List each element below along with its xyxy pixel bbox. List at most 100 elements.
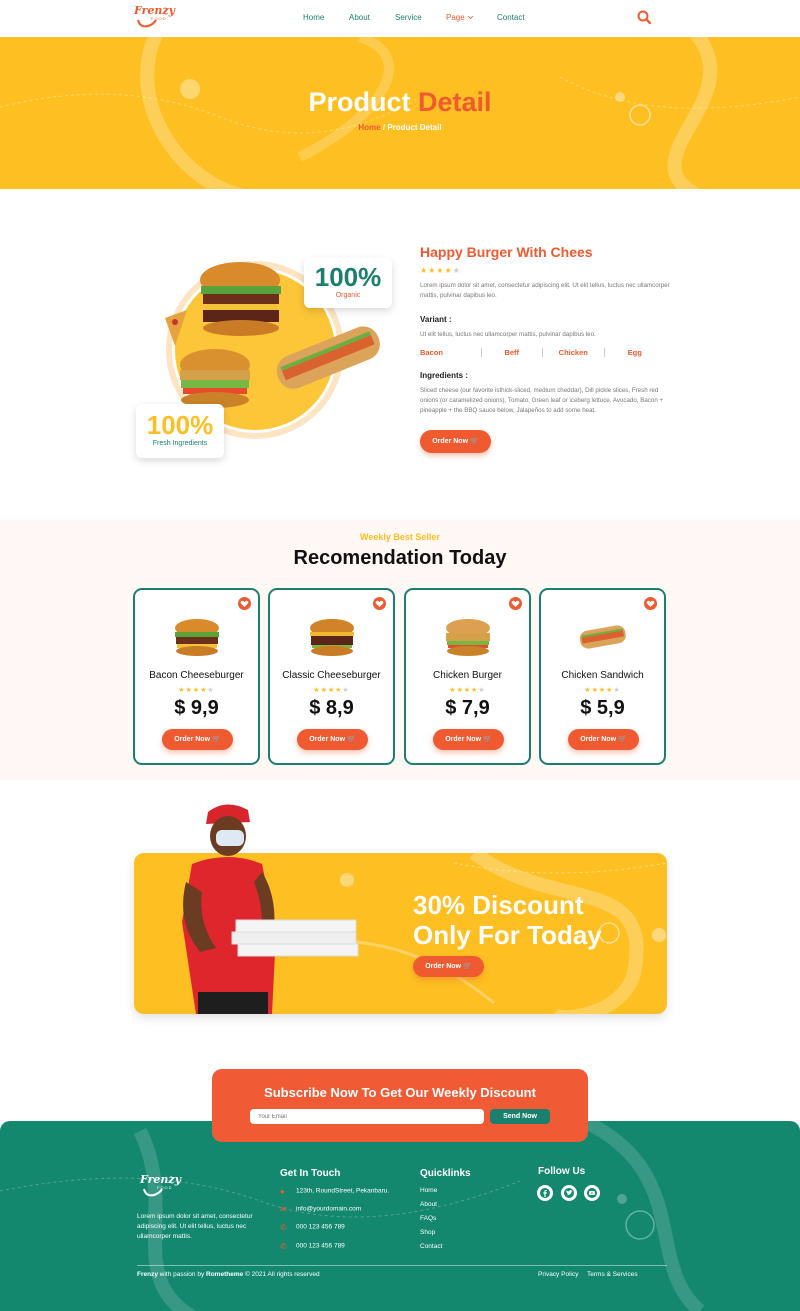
send-now-button[interactable]: Send Now xyxy=(490,1109,550,1124)
footer-logo[interactable]: Frenzy FOOD xyxy=(140,1173,182,1203)
navbar: Frenzy FOOD Home About Service Page Cont… xyxy=(0,0,800,37)
star-icon: ★★★★ xyxy=(313,687,343,694)
product-description: Lorem ipsum dolor sit amet, consectetur … xyxy=(420,282,670,299)
nav-home[interactable]: Home xyxy=(303,13,324,22)
product-rating: ★★★★★ xyxy=(541,686,664,694)
variant-heading: Variant : xyxy=(420,315,452,324)
twitter-icon[interactable] xyxy=(561,1185,577,1201)
promo-title: 30% Discount Only For Today xyxy=(413,890,602,950)
product-price: $ 9,9 xyxy=(174,697,219,719)
mail-icon: ✉ xyxy=(280,1205,287,1214)
quicklinks-heading: Quicklinks xyxy=(420,1168,471,1179)
product-rating: ★★★★★ xyxy=(406,686,529,694)
star-icon: ★★★★ xyxy=(584,687,614,694)
product-name: Bacon Cheeseburger xyxy=(149,670,244,681)
contact-email[interactable]: ✉ info@yourdomain.com xyxy=(280,1205,361,1214)
order-button-label: Order Now xyxy=(174,736,211,743)
product-name: Chicken Sandwich xyxy=(561,670,644,681)
logo-swoosh-icon xyxy=(137,19,157,28)
copyright-tail: © 2021 All rights reserved xyxy=(243,1271,320,1278)
promo-title-line1: 30% Discount xyxy=(413,890,584,920)
heart-icon[interactable] xyxy=(644,597,657,610)
email-input[interactable] xyxy=(250,1109,484,1124)
nav-contact[interactable]: Contact xyxy=(497,13,525,22)
subscribe-box: Subscribe Now To Get Our Weekly Discount… xyxy=(212,1069,588,1142)
page-title-main: Product xyxy=(308,87,411,117)
order-now-button[interactable]: Order Now 🛒 xyxy=(162,729,233,750)
product-order-button[interactable]: Order Now 🛒 xyxy=(420,430,491,453)
star-icon: ★ xyxy=(444,266,453,275)
star-icon: ★ xyxy=(436,266,445,275)
contact-address: ● 123th, RoundStreet, Pekanbaru. xyxy=(280,1187,389,1196)
fresh-badge-caption: Fresh Ingredients xyxy=(152,440,208,447)
nav-about[interactable]: About xyxy=(349,13,370,22)
page-title: Product Detail xyxy=(0,87,800,118)
product-card[interactable]: Chicken Sandwich ★★★★★ $ 5,9 Order Now 🛒 xyxy=(539,588,666,765)
product-price: $ 8,9 xyxy=(309,697,354,719)
order-now-button[interactable]: Order Now 🛒 xyxy=(297,729,368,750)
delivery-man-image xyxy=(182,804,359,1014)
contact-phone[interactable]: ✆ 000 123 456 789 xyxy=(280,1223,345,1232)
star-empty-icon: ★ xyxy=(342,687,350,694)
organic-badge: 100% Organic xyxy=(304,258,392,308)
contact-phone-text: 000 123 456 789 xyxy=(296,1242,345,1250)
product-title: Happy Burger With Chees xyxy=(420,244,593,260)
heart-icon[interactable] xyxy=(373,597,386,610)
star-icon: ★★★★ xyxy=(449,687,479,694)
star-empty-icon: ★ xyxy=(613,687,621,694)
product-info: Happy Burger With Chees ★★★★★ Lorem ipsu… xyxy=(420,244,670,453)
cart-icon: 🛒 xyxy=(483,736,492,743)
order-button-label: Order Now xyxy=(425,963,462,970)
product-rating: ★★★★★ xyxy=(270,686,393,694)
breadcrumb-home[interactable]: Home xyxy=(358,123,380,132)
fresh-badge: 100% Fresh Ingredients xyxy=(136,404,224,458)
section-kicker: Weekly Best Seller xyxy=(360,532,440,542)
chicken-burger-image xyxy=(446,619,490,656)
nav-page[interactable]: Page xyxy=(446,13,474,22)
footer-decoration xyxy=(0,1121,705,1311)
order-now-button[interactable]: Order Now 🛒 xyxy=(433,729,504,750)
promo-order-button[interactable]: Order Now 🛒 xyxy=(413,956,484,977)
variant-option[interactable]: Egg xyxy=(605,348,666,357)
map-pin-icon: ● xyxy=(280,1187,285,1196)
facebook-icon[interactable] xyxy=(537,1185,553,1201)
follow-heading: Follow Us xyxy=(538,1166,586,1177)
footer-about: Lorem ipsum dolor sit amet, consectetur … xyxy=(137,1213,253,1240)
star-icon: ★ xyxy=(420,266,429,275)
order-now-button[interactable]: Order Now 🛒 xyxy=(568,729,639,750)
footer-link-faqs[interactable]: FAQs xyxy=(420,1215,436,1222)
footer-link-shop[interactable]: Shop xyxy=(420,1229,435,1236)
heart-icon[interactable] xyxy=(509,597,522,610)
product-name: Classic Cheeseburger xyxy=(282,670,381,681)
footer-divider xyxy=(137,1265,667,1266)
cart-icon: 🛒 xyxy=(618,736,627,743)
phone-icon: ✆ xyxy=(280,1242,287,1251)
product-card[interactable]: Classic Cheeseburger ★★★★★ $ 8,9 Order N… xyxy=(268,588,395,765)
bacon-cheeseburger-image xyxy=(175,619,219,656)
terms-link[interactable]: Terms & Services xyxy=(587,1271,638,1278)
footer-link-about[interactable]: About xyxy=(420,1201,437,1208)
nav-service[interactable]: Service xyxy=(395,13,422,22)
footer-link-contact[interactable]: Contact xyxy=(420,1243,442,1250)
product-card[interactable]: Bacon Cheeseburger ★★★★★ $ 9,9 Order Now… xyxy=(133,588,260,765)
brand-logo[interactable]: Frenzy FOOD xyxy=(134,4,176,34)
ingredients-text: Sliced cheese (our favorite isthick-slic… xyxy=(420,387,664,414)
order-button-label: Order Now xyxy=(445,736,482,743)
youtube-icon[interactable] xyxy=(584,1185,600,1201)
product-card[interactable]: Chicken Burger ★★★★★ $ 7,9 Order Now 🛒 xyxy=(404,588,531,765)
heart-icon[interactable] xyxy=(238,597,251,610)
contact-phone-text: 000 123 456 789 xyxy=(296,1223,345,1231)
variant-options: Bacon Beff Chicken Egg xyxy=(420,348,665,357)
footer-link-home[interactable]: Home xyxy=(420,1187,437,1194)
organic-badge-value: 100% xyxy=(314,262,382,292)
privacy-policy-link[interactable]: Privacy Policy xyxy=(538,1271,578,1278)
variant-option[interactable]: Chicken xyxy=(543,348,605,357)
copyright-mid: with passion by xyxy=(157,1271,207,1278)
product-name: Chicken Burger xyxy=(433,670,502,681)
copyright-author[interactable]: Rometheme xyxy=(206,1271,243,1278)
variant-option[interactable]: Bacon xyxy=(420,348,482,357)
search-icon[interactable] xyxy=(636,9,652,25)
variant-option[interactable]: Beff xyxy=(482,348,543,357)
contact-phone[interactable]: ✆ 000 123 456 789 xyxy=(280,1242,345,1251)
variant-description: Ut elit tellus, luctus nec ullamcorper m… xyxy=(420,331,596,338)
